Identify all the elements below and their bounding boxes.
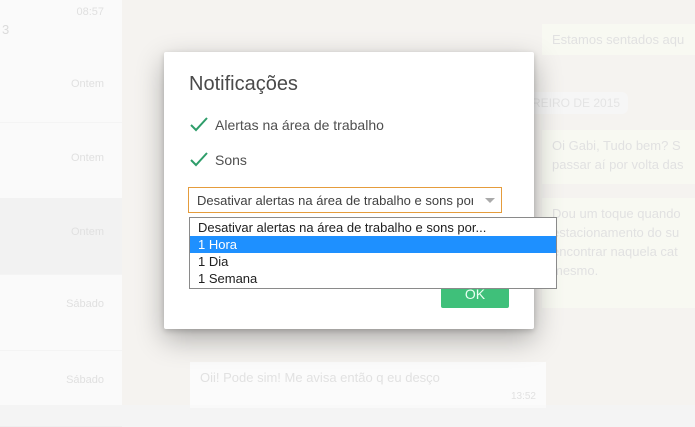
select-value: Desativar alertas na área de trabalho e …: [197, 193, 473, 208]
desktop-alerts-label: Alertas na área de trabalho: [215, 117, 384, 133]
chevron-down-icon[interactable]: [485, 198, 495, 203]
mute-duration-dropdown[interactable]: Desativar alertas na área de trabalho e …: [189, 217, 557, 289]
dialog-title: Notificações: [189, 73, 298, 95]
checkmark-icon[interactable]: [189, 114, 209, 134]
dropdown-option-selected[interactable]: 1 Hora: [190, 236, 556, 253]
sounds-label: Sons: [215, 152, 247, 168]
checkmark-icon[interactable]: [189, 149, 209, 169]
dropdown-option[interactable]: 1 Semana: [190, 270, 556, 287]
mute-duration-select[interactable]: Desativar alertas na área de trabalho e …: [188, 187, 502, 213]
dropdown-option[interactable]: Desativar alertas na área de trabalho e …: [190, 219, 556, 236]
dropdown-option[interactable]: 1 Dia: [190, 253, 556, 270]
